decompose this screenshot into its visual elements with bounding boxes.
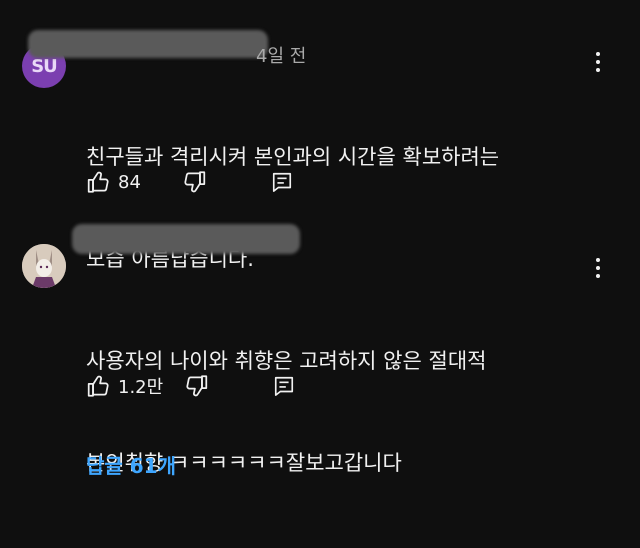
thumbs-up-icon bbox=[87, 171, 109, 193]
reply-icon bbox=[272, 172, 291, 192]
comment-text: 사용자의 나이와 취향은 고려하지 않은 절대적 본인취향 ㅋㅋㅋㅋㅋㅋ잘보고갑… bbox=[86, 276, 566, 548]
like-button[interactable]: 1.2만 bbox=[86, 373, 163, 399]
like-count: 1.2만 bbox=[118, 377, 164, 398]
dislike-button[interactable] bbox=[181, 169, 207, 195]
character-avatar-icon bbox=[22, 244, 66, 288]
comment-actions: 84 bbox=[86, 167, 293, 197]
reply-button[interactable] bbox=[273, 375, 295, 397]
more-vert-icon[interactable] bbox=[590, 254, 606, 282]
comment-2: 사용자의 나이와 취향은 고려하지 않은 절대적 본인취향 ㅋㅋㅋㅋㅋㅋ잘보고갑… bbox=[0, 220, 640, 475]
dislike-button[interactable] bbox=[183, 373, 209, 399]
comment-actions: 1.2만 bbox=[86, 371, 295, 401]
comment-time: 4일 전 bbox=[256, 46, 307, 67]
view-replies-button[interactable]: 답글 61개 bbox=[86, 450, 176, 479]
reply-icon bbox=[275, 376, 294, 396]
like-count: 84 bbox=[118, 171, 141, 193]
thumbs-up-icon bbox=[87, 375, 109, 397]
more-vert-icon[interactable] bbox=[590, 48, 606, 76]
commenter-avatar[interactable] bbox=[22, 244, 66, 288]
like-button[interactable]: 84 bbox=[86, 169, 141, 195]
avatar-initials: SU bbox=[31, 55, 58, 77]
redacted-username bbox=[28, 30, 268, 58]
reply-button[interactable] bbox=[271, 171, 293, 193]
comment-1: SU 4일 전 친구들과 격리시켜 본인과의 시간을 확보하려는 모습 아름답습… bbox=[0, 0, 640, 271]
redacted-username bbox=[72, 224, 300, 254]
thumbs-down-icon bbox=[186, 375, 208, 397]
thumbs-down-icon bbox=[184, 171, 206, 193]
